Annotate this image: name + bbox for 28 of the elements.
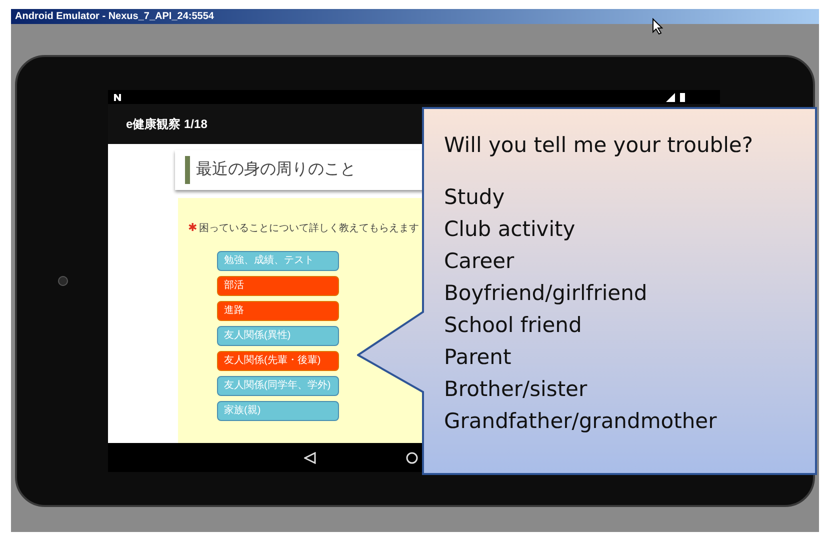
camera-icon xyxy=(58,276,68,286)
callout-line: Parent xyxy=(444,344,512,371)
required-mark: ✱ xyxy=(188,221,197,236)
option-button[interactable]: 友人関係(同学年、学外) xyxy=(217,376,339,396)
callout-line: Club activity xyxy=(444,216,576,243)
option-button[interactable]: 進路 xyxy=(217,300,339,320)
accent-bar xyxy=(185,156,190,184)
window-title: Android Emulator - Nexus_7_API_24:5554 xyxy=(15,12,214,22)
option-button[interactable]: 友人関係(異性) xyxy=(217,326,339,346)
back-icon[interactable] xyxy=(304,452,316,464)
option-button[interactable]: 友人関係(先輩・後輩) xyxy=(217,350,339,370)
callout-line: Brother/sister xyxy=(444,376,588,403)
app-title: e健康観察 1/18 xyxy=(126,116,208,133)
option-button[interactable]: 部活 xyxy=(217,276,339,296)
mouse-cursor-icon xyxy=(652,18,663,35)
callout-line: School friend xyxy=(444,312,583,339)
callout-line: Career xyxy=(444,248,516,275)
callout-title: Will you tell me your trouble? xyxy=(444,132,753,159)
notification-icon xyxy=(114,94,121,100)
status-icons xyxy=(666,92,688,102)
callout-line: Boyfriend/girlfriend xyxy=(444,280,648,307)
callout-line: Study xyxy=(444,184,506,211)
callout-line: Grandfather/grandmother xyxy=(444,408,718,435)
section-title: 最近の身の周りのこと xyxy=(196,160,356,180)
question-text: 困っていることについて詳しく教えてもらえます xyxy=(199,222,419,236)
option-button[interactable]: 家族(親) xyxy=(217,400,339,420)
option-button[interactable]: 勉強、成績、テスト xyxy=(217,250,339,270)
home-icon[interactable] xyxy=(406,452,418,464)
